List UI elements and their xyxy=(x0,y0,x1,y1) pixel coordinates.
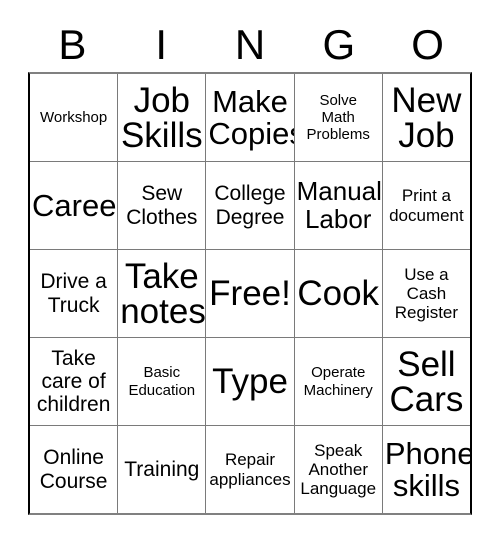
bingo-cell-label: Drive a Truck xyxy=(40,270,107,317)
bingo-cell[interactable]: Use a Cash Register xyxy=(383,250,470,337)
bingo-cell[interactable]: Job Skills xyxy=(118,74,207,161)
bingo-cell[interactable]: New Job xyxy=(383,74,470,161)
bingo-row: Workshop Job SkillsMake CopiesSolve Math … xyxy=(30,74,470,162)
bingo-cell-label: Take care of children xyxy=(36,346,111,417)
bingo-cell-label: Cook xyxy=(297,274,380,313)
bingo-header-letter-i: I xyxy=(155,21,168,68)
bingo-cell[interactable]: Manual Labor xyxy=(295,162,383,249)
bingo-cell-label: Take notes xyxy=(120,256,206,331)
bingo-cell[interactable]: Drive a Truck xyxy=(30,250,119,337)
bingo-cell-label: Repair appliances xyxy=(209,450,291,489)
bingo-cell[interactable]: College Degree xyxy=(206,162,295,249)
bingo-cell[interactable]: Take notes xyxy=(118,250,207,337)
bingo-cell[interactable]: Print a document xyxy=(383,162,470,249)
bingo-cell-label: Workshop xyxy=(39,108,108,126)
bingo-cell[interactable]: Make Copies xyxy=(206,74,295,161)
bingo-cell-label: College Degree xyxy=(214,182,286,229)
bingo-card: B I N G O WorkshopJob SkillsMake CopiesS… xyxy=(0,0,500,544)
bingo-cell-label: Free! xyxy=(209,274,291,313)
bingo-cell[interactable]: Workshop xyxy=(30,74,119,161)
bingo-cell[interactable]: Sell Cars xyxy=(383,338,470,425)
bingo-header-letter-g: G xyxy=(322,21,356,68)
bingo-cell[interactable]: Sew Clothes xyxy=(118,162,207,249)
bingo-cell[interactable]: Type xyxy=(206,338,295,425)
bingo-cell[interactable]: Operate Machinery xyxy=(295,338,383,425)
bingo-row: Career Sew Clothes College Degree Manual La… xyxy=(30,162,470,250)
bingo-row: Take care of children Basic Education Type… xyxy=(30,338,470,426)
bingo-cell-label: Type xyxy=(212,362,288,401)
bingo-cell[interactable]: Speak Another Language xyxy=(295,426,383,513)
bingo-header-row: B I N G O xyxy=(28,18,472,72)
bingo-cell-label: Manual Labor xyxy=(296,175,382,234)
bingo-row: Online Course Training Repair appliances Sp… xyxy=(30,426,470,513)
bingo-cell-label: Solve Math Problems xyxy=(306,91,370,144)
bingo-cell-label: Make Copies xyxy=(208,83,293,151)
bingo-cell-label: Career xyxy=(32,187,119,223)
bingo-cell[interactable]: Online Course xyxy=(30,426,119,513)
bingo-header-letter-o: O xyxy=(411,21,444,68)
bingo-cell-label: Online Course xyxy=(39,446,108,493)
bingo-cell-label: New Job xyxy=(391,80,462,155)
bingo-cell-label: Print a document xyxy=(389,186,464,225)
bingo-cell-label: Sell Cars xyxy=(389,344,464,419)
bingo-cell-label: Basic Education xyxy=(128,364,196,399)
bingo-cell-label: Speak Another Language xyxy=(300,440,377,499)
bingo-cell[interactable]: Phone skills xyxy=(383,426,470,513)
bingo-cell-label: Use a Cash Register xyxy=(394,264,459,323)
bingo-grid: Workshop Job SkillsMake CopiesSolve Math … xyxy=(28,72,472,515)
bingo-cell-label: Training xyxy=(124,457,200,481)
bingo-row: Drive a Truck Take notes Free! Cook Use a Ca… xyxy=(30,250,470,338)
bingo-header-letter-n: N xyxy=(234,21,266,68)
bingo-cell[interactable]: Basic Education xyxy=(118,338,207,425)
bingo-header-letter-b: B xyxy=(58,21,87,68)
bingo-cell-label: Sew Clothes xyxy=(126,182,198,229)
bingo-cell[interactable]: Training xyxy=(118,426,207,513)
bingo-cell[interactable]: Cook xyxy=(295,250,383,337)
bingo-cell-label: Operate Machinery xyxy=(303,364,373,399)
bingo-cell-label: Phone skills xyxy=(384,435,471,503)
bingo-cell[interactable]: Repair appliances xyxy=(206,426,295,513)
bingo-cell[interactable]: Career xyxy=(30,162,119,249)
bingo-cell[interactable]: Take care of children xyxy=(30,338,119,425)
bingo-cell-label: Job Skills xyxy=(120,80,203,155)
bingo-cell[interactable]: Solve Math Problems xyxy=(295,74,383,161)
bingo-free-space-cell[interactable]: Free! xyxy=(206,250,295,337)
